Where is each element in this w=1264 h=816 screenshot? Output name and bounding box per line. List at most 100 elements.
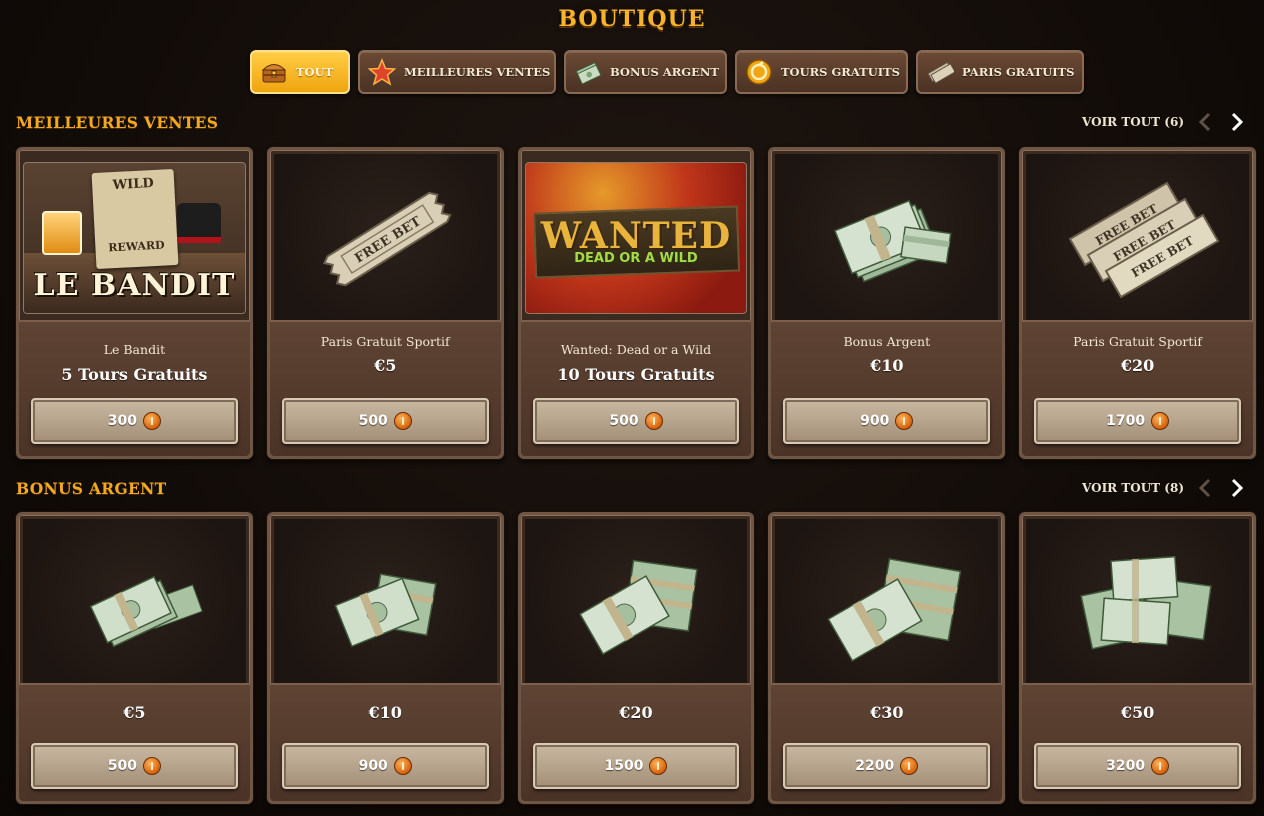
card-info: €30 2200: [771, 683, 1003, 801]
product-name: Wanted: Dead or a Wild: [560, 342, 712, 357]
price-label: 2200: [855, 758, 895, 774]
product-card[interactable]: WILD REWARD LE BANDIT Le Bandit 5 Tours G…: [16, 147, 253, 459]
buy-button[interactable]: 3200: [1034, 743, 1241, 789]
card-info: €5 500: [19, 683, 250, 801]
section-title: BONUS ARGENT: [16, 478, 167, 498]
product-name: Paris Gratuit Sportif: [320, 334, 450, 349]
product-image: FREE BET: [273, 154, 497, 322]
buy-button[interactable]: 900: [281, 743, 489, 789]
product-card[interactable]: €5 500: [16, 512, 253, 804]
product-value: €20: [619, 703, 653, 722]
product-image: [23, 519, 246, 691]
coin-icon: [895, 412, 914, 430]
price-label: 1500: [604, 758, 644, 774]
price-label: 500: [107, 758, 138, 774]
product-row-bonus-argent: €5 500 €10 900 €20 1500 €30 2200 €50 320…: [16, 512, 1256, 804]
product-card[interactable]: €10 900: [266, 512, 504, 804]
product-image: [775, 519, 999, 691]
buy-button[interactable]: 1500: [532, 743, 740, 789]
product-image: FREE BET FREE BET FREE BET: [1026, 154, 1249, 322]
card-info: €10 900: [269, 683, 501, 801]
cash-stack-small-icon: [89, 575, 203, 648]
product-image: [273, 519, 497, 691]
ticket-icon: [926, 58, 954, 86]
product-value: 5 Tours Gratuits: [61, 365, 208, 384]
cash-stack-medium-icon: [578, 559, 698, 656]
free-bet-tickets-icon: FREE BET FREE BET FREE BET: [1068, 181, 1220, 299]
treasure-chest-icon: [260, 58, 288, 86]
product-value: 10 Tours Gratuits: [557, 365, 715, 384]
product-card[interactable]: FREE BET FREE BET FREE BET Paris Gratuit…: [1019, 147, 1256, 459]
game-logo: LE BANDIT: [33, 268, 236, 303]
price-label: 300: [107, 413, 138, 429]
buy-button[interactable]: 500: [31, 743, 238, 789]
price-label: 500: [358, 413, 388, 429]
category-tabs: TOUT MEILLEURES VENTES BONUS ARGENT TOUR…: [250, 50, 1084, 96]
coin-icon: [900, 757, 919, 775]
price-label: 500: [609, 413, 639, 429]
spin-coin-icon: [745, 58, 773, 86]
coin-icon: [143, 757, 162, 775]
product-value: €10: [368, 703, 402, 722]
voir-tout-link[interactable]: VOIR TOUT (6): [1082, 115, 1184, 129]
product-value: €5: [374, 356, 397, 375]
voir-tout-link[interactable]: VOIR TOUT (8): [1082, 481, 1184, 495]
card-info: Wanted: Dead or a Wild 10 Tours Gratuits…: [520, 320, 752, 456]
card-info: €20 1500: [520, 683, 752, 801]
product-card[interactable]: WANTED DEAD OR A WILD Wanted: Dead or a …: [517, 147, 755, 459]
product-name: Le Bandit: [103, 342, 166, 357]
product-card[interactable]: €30 2200: [768, 512, 1006, 804]
next-arrow-icon[interactable]: [1226, 110, 1248, 134]
buy-button[interactable]: 900: [783, 398, 991, 444]
price-label: 3200: [1106, 758, 1146, 774]
next-arrow-icon[interactable]: [1226, 476, 1248, 500]
tab-label: BONUS ARGENT: [610, 65, 719, 79]
product-card[interactable]: €20 1500: [517, 512, 755, 804]
prev-arrow-icon[interactable]: [1194, 110, 1216, 134]
tab-tours-gratuits[interactable]: TOURS GRATUITS: [735, 50, 908, 94]
coin-icon: [143, 412, 162, 430]
section-nav: VOIR TOUT (6): [1082, 110, 1248, 134]
cash-stack-large-icon: [827, 558, 962, 662]
product-card[interactable]: FREE BET Paris Gratuit Sportif €5 500: [266, 147, 504, 459]
tab-label: TOUT: [296, 65, 334, 79]
beer-mug-icon: [42, 211, 82, 255]
tab-bonus-argent[interactable]: BONUS ARGENT: [564, 50, 727, 94]
product-row-meilleures-ventes: WILD REWARD LE BANDIT Le Bandit 5 Tours G…: [16, 147, 1256, 459]
product-value: €30: [870, 703, 904, 722]
buy-button[interactable]: 2200: [783, 743, 991, 789]
tab-meilleures-ventes[interactable]: MEILLEURES VENTES: [358, 50, 556, 94]
cash-pile-icon: [1080, 555, 1213, 650]
coin-icon: [393, 412, 412, 430]
tab-paris-gratuits[interactable]: PARIS GRATUITS: [916, 50, 1084, 94]
page-title: BOUTIQUE: [558, 6, 706, 32]
buy-button[interactable]: 1700: [1034, 398, 1241, 444]
product-value: €5: [123, 703, 146, 722]
cash-stack-icon: [834, 199, 952, 283]
product-image: [524, 519, 748, 691]
buy-button[interactable]: 500: [532, 398, 740, 444]
game-art-le-bandit: WILD REWARD LE BANDIT: [23, 162, 246, 314]
price-label: 900: [860, 413, 890, 429]
tab-label: MEILLEURES VENTES: [404, 65, 551, 79]
product-card[interactable]: €50 3200: [1019, 512, 1256, 804]
product-value: €10: [870, 356, 904, 375]
prev-arrow-icon[interactable]: [1194, 476, 1216, 500]
product-value: €20: [1120, 356, 1155, 375]
card-info: Bonus Argent €10 900: [771, 320, 1003, 456]
coin-icon: [1151, 757, 1170, 775]
product-card[interactable]: Bonus Argent €10 900: [768, 147, 1006, 459]
section-header-bonus-argent: BONUS ARGENT VOIR TOUT (8): [16, 476, 1248, 500]
cash-stack-icon: [334, 573, 437, 648]
section-header-meilleures-ventes: MEILLEURES VENTES VOIR TOUT (6): [16, 110, 1248, 134]
tab-label: TOURS GRATUITS: [781, 65, 900, 79]
price-label: 900: [358, 758, 388, 774]
tab-label: PARIS GRATUITS: [962, 65, 1075, 79]
product-name: Paris Gratuit Sportif: [1073, 334, 1203, 349]
card-info: €50 3200: [1022, 683, 1253, 801]
buy-button[interactable]: 500: [281, 398, 489, 444]
buy-button[interactable]: 300: [31, 398, 238, 444]
tab-tout[interactable]: TOUT: [250, 50, 350, 94]
section-nav: VOIR TOUT (8): [1082, 476, 1248, 500]
card-info: Le Bandit 5 Tours Gratuits 300: [19, 320, 250, 456]
